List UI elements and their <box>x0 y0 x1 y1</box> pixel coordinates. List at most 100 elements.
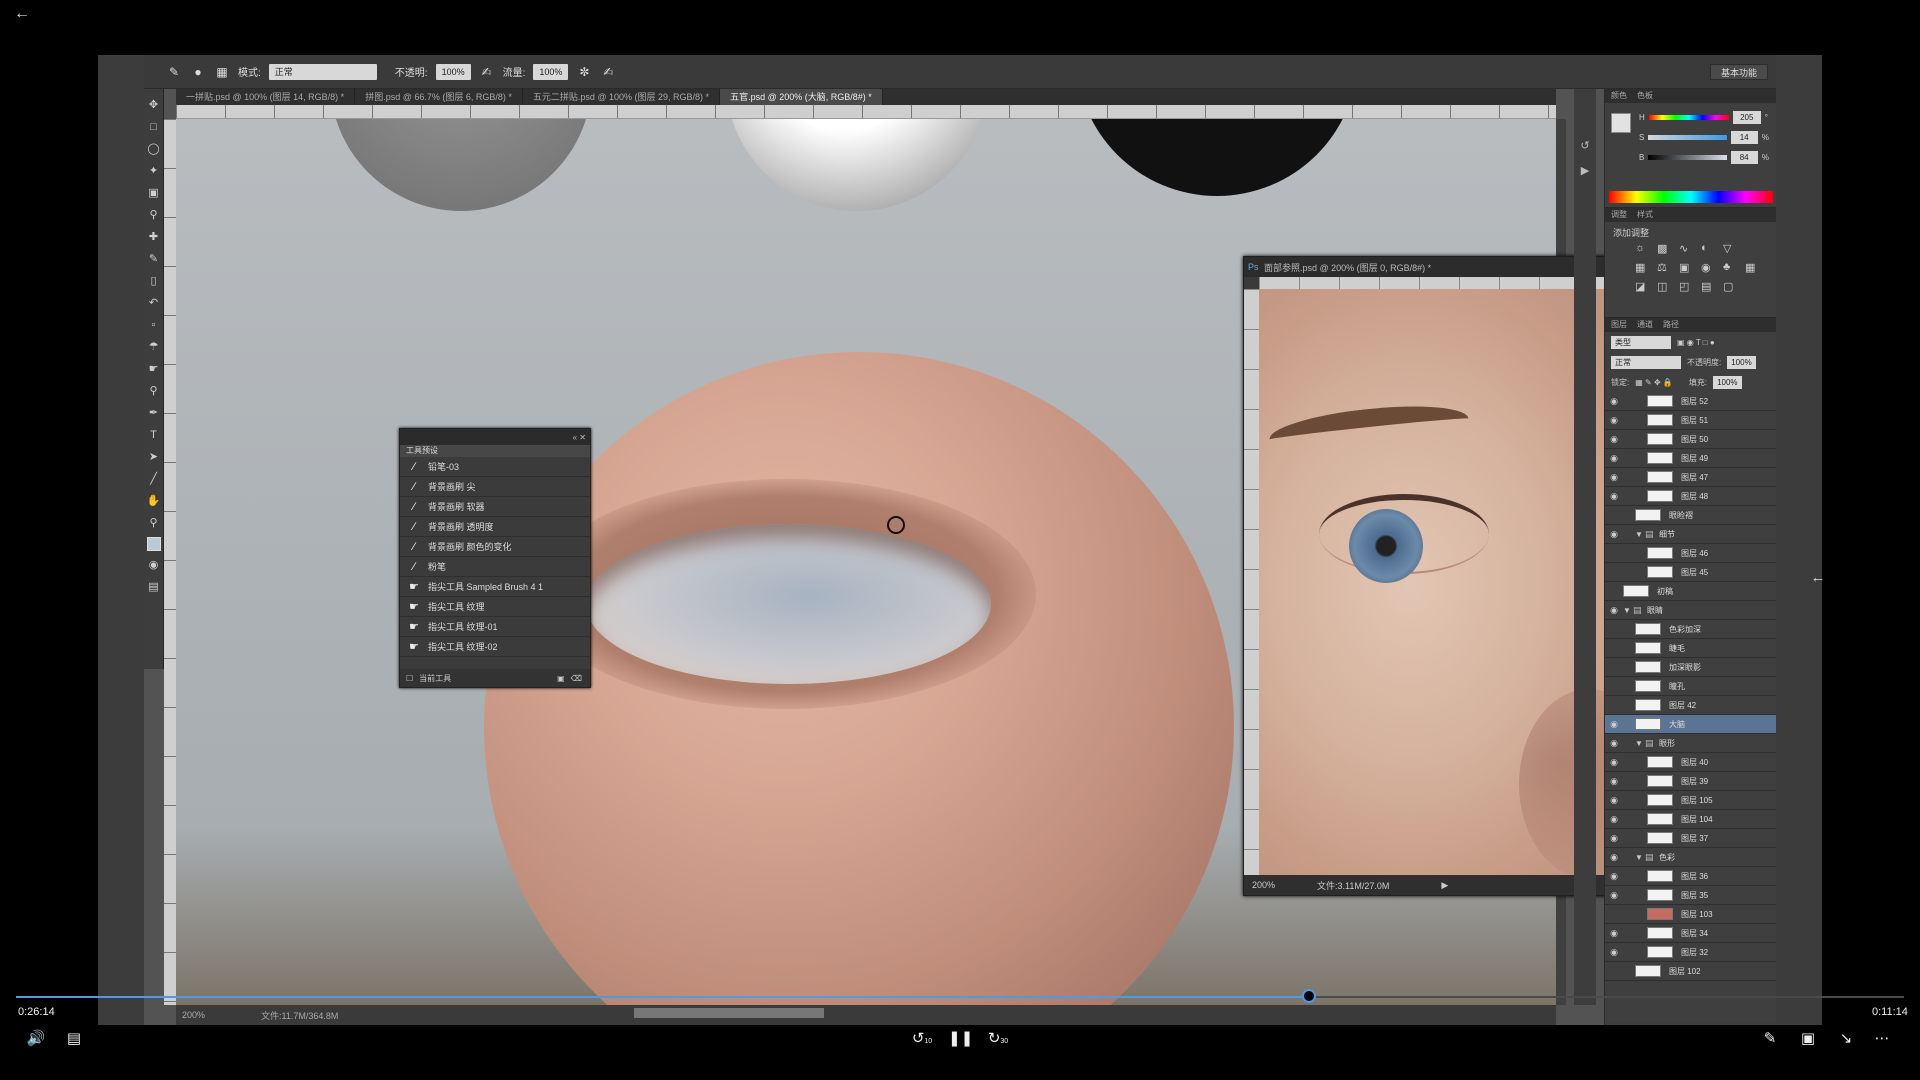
foreground-color-swatch[interactable] <box>146 537 161 551</box>
type-tool-icon[interactable]: T <box>146 427 162 443</box>
volume-icon[interactable]: 🔊 <box>24 1028 48 1050</box>
layer-row[interactable]: 图层 42 <box>1605 696 1776 715</box>
healing-brush-icon[interactable]: ✚ <box>146 229 162 245</box>
visibility-eye-icon[interactable]: ◉ <box>1605 738 1623 749</box>
layer-row[interactable]: ◉ 图层 40 <box>1605 753 1776 772</box>
preset-item[interactable]: ☛ 指尖工具 纹理-01 <box>400 617 590 637</box>
layer-row[interactable]: ◉ 图层 52 <box>1605 392 1776 411</box>
flow-input[interactable]: 100% <box>533 63 569 80</box>
posterize-icon[interactable]: ◫ <box>1657 280 1675 293</box>
layer-row[interactable]: ◉ 图层 36 <box>1605 867 1776 886</box>
visibility-eye-icon[interactable]: ◉ <box>1605 491 1623 502</box>
hue-input[interactable]: 205 <box>1732 110 1761 124</box>
visibility-eye-icon[interactable]: ◉ <box>1605 396 1623 407</box>
more-icon[interactable]: ⋯ <box>1870 1028 1894 1050</box>
visibility-eye-icon[interactable]: ◉ <box>1605 529 1623 540</box>
pressure-size-icon[interactable]: ✍ <box>600 64 616 80</box>
layer-row[interactable]: 图层 46 <box>1605 544 1776 563</box>
pause-icon[interactable]: ❚❚ <box>948 1028 973 1050</box>
layer-row[interactable]: ◉ 图层 49 <box>1605 449 1776 468</box>
hand-tool-icon[interactable]: ✋ <box>146 493 162 509</box>
document-tab[interactable]: 拼图.psd @ 66.7% (图层 6, RGB/8) * <box>355 89 523 105</box>
layer-filter-select[interactable]: 类型 <box>1611 335 1671 349</box>
opacity-input[interactable]: 100% <box>435 63 471 80</box>
hue-sat-icon[interactable]: ▦ <box>1635 261 1653 274</box>
eraser-icon[interactable]: ▫ <box>146 317 162 333</box>
preset-item[interactable]: ∕ 背景画刷 尖 <box>400 477 590 497</box>
visibility-eye-icon[interactable]: ◉ <box>1605 795 1623 806</box>
pressure-opacity-icon[interactable]: ✍ <box>479 64 495 80</box>
brush-size-icon[interactable]: ● <box>190 64 206 80</box>
visibility-eye-icon[interactable]: ◉ <box>1605 453 1623 464</box>
current-tool-checkbox[interactable]: ☐ <box>406 674 413 683</box>
exposure-icon[interactable]: ◐ <box>1701 242 1719 255</box>
layer-row[interactable]: ◉ 图层 104 <box>1605 810 1776 829</box>
layer-row[interactable]: ◉ 图层 35 <box>1605 886 1776 905</box>
channel-mixer-icon[interactable]: ♣ <box>1723 261 1741 274</box>
airbrush-icon[interactable]: ✼ <box>576 64 592 80</box>
curves-icon[interactable]: ∿ <box>1679 242 1697 255</box>
visibility-eye-icon[interactable]: ◉ <box>1605 833 1623 844</box>
visibility-eye-icon[interactable]: ◉ <box>1605 890 1623 901</box>
hue-slider[interactable] <box>1648 114 1729 120</box>
invert-icon[interactable]: ◪ <box>1635 280 1653 293</box>
preset-item[interactable]: ∕ 背景画刷 颜色的变化 <box>400 537 590 557</box>
quick-mask-icon[interactable]: ◉ <box>146 557 162 573</box>
color-spectrum[interactable] <box>1609 191 1773 203</box>
zoom-tool-icon[interactable]: ⚲ <box>146 515 162 531</box>
threshold-icon[interactable]: ◰ <box>1679 280 1697 293</box>
history-panel-icon[interactable]: ↺ <box>1580 139 1589 152</box>
tab-channels[interactable]: 通道 <box>1637 318 1653 332</box>
layer-row[interactable]: 初稿 <box>1605 582 1776 601</box>
collapse-icon[interactable]: « <box>573 433 577 442</box>
layer-row[interactable]: 色彩加深 <box>1605 620 1776 639</box>
gradient-map-icon[interactable]: ▤ <box>1701 280 1719 293</box>
canvas-horizontal-scroll-thumb[interactable] <box>634 1008 824 1018</box>
seek-bar[interactable] <box>16 989 1904 1003</box>
selective-color-icon[interactable]: ▢ <box>1723 280 1741 293</box>
layer-row[interactable]: ◉ 图层 32 <box>1605 943 1776 962</box>
preset-item[interactable]: ☛ 指尖工具 纹理 <box>400 597 590 617</box>
brush-panel-icon[interactable]: ▦ <box>214 64 230 80</box>
layer-row[interactable]: ◉ 图层 47 <box>1605 468 1776 487</box>
preset-item[interactable]: ∕ 粉笔 <box>400 557 590 577</box>
brush-tool-icon[interactable]: ✎ <box>166 64 182 80</box>
layer-row[interactable]: 图层 45 <box>1605 563 1776 582</box>
visibility-eye-icon[interactable]: ◉ <box>1605 719 1623 730</box>
layer-row[interactable]: ◉ 图层 39 <box>1605 772 1776 791</box>
lock-icons[interactable]: ▦ ✎ ✥ 🔒 <box>1635 378 1673 387</box>
visibility-eye-icon[interactable]: ◉ <box>1605 814 1623 825</box>
color-balance-icon[interactable]: ⚖ <box>1657 261 1675 274</box>
layer-group-row[interactable]: ◉ ▼ ▤ 细节 <box>1605 525 1776 544</box>
group-expand-icon[interactable]: ▼ <box>1635 739 1645 748</box>
saturation-slider[interactable] <box>1648 134 1727 140</box>
layer-row[interactable]: ◉ 图层 105 <box>1605 791 1776 810</box>
brightness-slider[interactable] <box>1648 154 1727 160</box>
group-expand-icon[interactable]: ▼ <box>1623 606 1633 615</box>
actions-panel-icon[interactable]: ▶ <box>1581 164 1589 177</box>
layer-row[interactable]: 图层 103 <box>1605 905 1776 924</box>
pen-icon[interactable]: ✎ <box>1758 1028 1782 1050</box>
history-brush-icon[interactable]: ↶ <box>146 295 162 311</box>
layer-row[interactable]: 眼睑褶 <box>1605 506 1776 525</box>
document-tab[interactable]: 一拼贴.psd @ 100% (图层 14, RGB/8) * <box>176 89 356 105</box>
layer-group-row[interactable]: ◉ ▼ ▤ 眼形 <box>1605 734 1776 753</box>
fg-color-swatch[interactable] <box>1611 113 1631 133</box>
move-tool-icon[interactable]: ✥ <box>146 97 162 113</box>
vibrance-icon[interactable]: ▽ <box>1723 242 1741 255</box>
layer-group-row[interactable]: ◉ ▼ ▤ 色彩 <box>1605 848 1776 867</box>
black-white-icon[interactable]: ▣ <box>1679 261 1697 274</box>
video-frame[interactable]: ✎ ● ▦ 模式: 正常 不透明: 100% ✍ 流量: 100% ✼ ✍ 基本… <box>98 55 1822 1025</box>
preset-panel-tab[interactable]: 工具预设 <box>400 445 590 457</box>
magic-wand-icon[interactable]: ✦ <box>146 163 162 179</box>
layer-row[interactable]: 瞳孔 <box>1605 677 1776 696</box>
visibility-eye-icon[interactable]: ◉ <box>1605 605 1623 616</box>
tab-layers[interactable]: 图层 <box>1611 318 1627 332</box>
tab-swatches[interactable]: 色板 <box>1637 89 1653 103</box>
delete-preset-icon[interactable]: ⌫ <box>571 674 582 683</box>
layer-row[interactable]: ◉ 图层 48 <box>1605 487 1776 506</box>
layer-row[interactable]: ◉ 图层 51 <box>1605 411 1776 430</box>
forward-button[interactable]: ↻30 <box>986 1028 1010 1050</box>
tab-paths[interactable]: 路径 <box>1663 318 1679 332</box>
status-arrow-icon[interactable]: ▶ <box>1441 880 1448 891</box>
